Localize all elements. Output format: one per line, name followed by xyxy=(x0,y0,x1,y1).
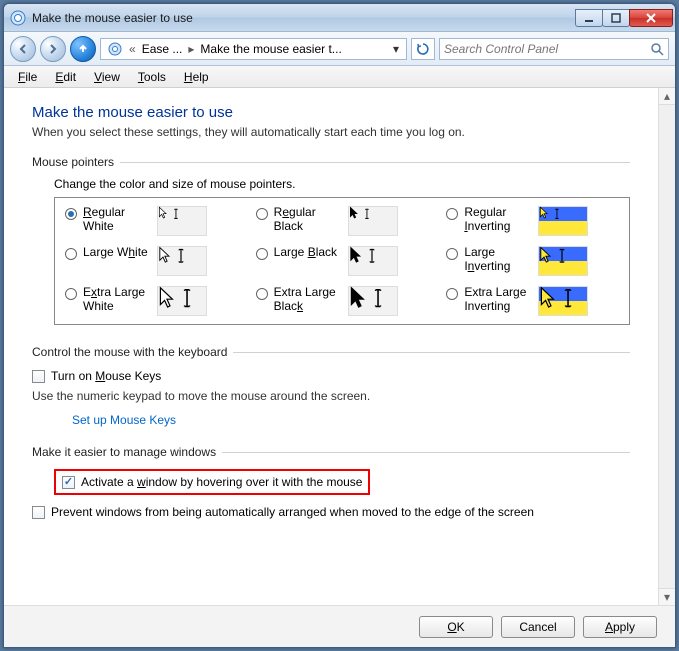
group-mouse-pointers: Mouse pointers xyxy=(32,155,630,169)
pointer-preview xyxy=(348,286,398,316)
pointers-caption: Change the color and size of mouse point… xyxy=(54,177,630,191)
setup-mouse-keys-link[interactable]: Set up Mouse Keys xyxy=(72,413,630,427)
breadcrumb-segment-1[interactable]: Ease ... xyxy=(138,42,187,56)
pointer-radio[interactable] xyxy=(65,208,77,220)
pointer-label: Large White xyxy=(83,246,151,260)
breadcrumb-dropdown[interactable]: ▾ xyxy=(388,42,404,56)
menu-view[interactable]: View xyxy=(86,68,128,86)
window-frame: Make the mouse easier to use « Ease ... … xyxy=(3,3,676,648)
pointer-label: Regular Black xyxy=(274,206,342,234)
ok-button[interactable]: OK xyxy=(419,616,493,638)
pointer-radio[interactable] xyxy=(446,288,458,300)
scroll-down-icon[interactable]: ▾ xyxy=(659,588,675,605)
activate-hover-label[interactable]: Activate a window by hovering over it wi… xyxy=(81,475,362,489)
menu-edit[interactable]: Edit xyxy=(47,68,84,86)
pointer-preview xyxy=(538,286,588,316)
pointer-preview xyxy=(157,206,207,236)
pointer-label: Large Inverting xyxy=(464,246,532,274)
pointer-label: Regular White xyxy=(83,206,151,234)
activate-hover-checkbox[interactable] xyxy=(62,476,75,489)
navigation-bar: « Ease ... ▸ Make the mouse easier t... … xyxy=(4,32,675,66)
pointer-option-6[interactable]: Extra Large White xyxy=(65,286,238,316)
chevron-right-icon[interactable]: « xyxy=(129,42,136,56)
close-button[interactable] xyxy=(629,9,673,27)
pointer-radio[interactable] xyxy=(256,208,268,220)
pointer-label: Extra Large Black xyxy=(274,286,342,314)
titlebar[interactable]: Make the mouse easier to use xyxy=(4,4,675,32)
pointer-preview xyxy=(157,286,207,316)
pointer-label: Extra Large White xyxy=(83,286,151,314)
menu-help[interactable]: Help xyxy=(176,68,217,86)
prevent-arrange-label[interactable]: Prevent windows from being automatically… xyxy=(51,505,534,519)
mousekeys-description: Use the numeric keypad to move the mouse… xyxy=(32,389,630,403)
activate-hover-highlight: Activate a window by hovering over it wi… xyxy=(54,469,370,495)
pointer-radio[interactable] xyxy=(65,288,77,300)
pointer-option-0[interactable]: Regular White xyxy=(65,206,238,236)
scroll-up-icon[interactable]: ▴ xyxy=(659,88,675,105)
pointer-radio[interactable] xyxy=(256,248,268,260)
back-button[interactable] xyxy=(10,36,36,62)
page-title: Make the mouse easier to use xyxy=(32,104,630,121)
refresh-button[interactable] xyxy=(411,38,435,60)
menu-tools[interactable]: Tools xyxy=(130,68,174,86)
group-manage-windows: Make it easier to manage windows xyxy=(32,445,630,459)
up-button[interactable] xyxy=(70,36,96,62)
app-icon xyxy=(10,10,26,26)
pointer-preview xyxy=(538,246,588,276)
menubar: File Edit View Tools Help xyxy=(4,66,675,88)
search-input[interactable]: Search Control Panel xyxy=(439,38,669,60)
prevent-arrange-checkbox[interactable] xyxy=(32,506,45,519)
pointer-option-2[interactable]: Regular Inverting xyxy=(446,206,619,236)
mousekeys-label[interactable]: Turn on Mouse Keys xyxy=(51,369,161,383)
apply-button[interactable]: Apply xyxy=(583,616,657,638)
page-subtitle: When you select these settings, they wil… xyxy=(32,125,630,139)
mousekeys-checkbox[interactable] xyxy=(32,370,45,383)
breadcrumb-segment-2[interactable]: Make the mouse easier t... xyxy=(196,42,345,56)
pointer-preview xyxy=(157,246,207,276)
pointer-radio[interactable] xyxy=(446,208,458,220)
window-title: Make the mouse easier to use xyxy=(32,11,576,25)
pointer-preview xyxy=(348,246,398,276)
pointer-preview xyxy=(348,206,398,236)
search-placeholder: Search Control Panel xyxy=(444,42,558,56)
pointer-option-1[interactable]: Regular Black xyxy=(256,206,429,236)
pointer-label: Regular Inverting xyxy=(464,206,532,234)
maximize-button[interactable] xyxy=(602,9,630,27)
chevron-right-icon: ▸ xyxy=(188,42,194,56)
pointer-option-8[interactable]: Extra Large Inverting xyxy=(446,286,619,316)
pointer-preview xyxy=(538,206,588,236)
group-keyboard-mouse: Control the mouse with the keyboard xyxy=(32,345,630,359)
pointer-option-3[interactable]: Large White xyxy=(65,246,238,276)
dialog-footer: OK Cancel Apply xyxy=(4,605,675,647)
pointer-radio[interactable] xyxy=(65,248,77,260)
breadcrumb[interactable]: « Ease ... ▸ Make the mouse easier t... … xyxy=(100,38,407,60)
pointer-label: Large Black xyxy=(274,246,342,260)
content-area: Make the mouse easier to use When you se… xyxy=(4,88,658,605)
search-icon xyxy=(650,42,664,56)
pointer-label: Extra Large Inverting xyxy=(464,286,532,314)
pointer-radio[interactable] xyxy=(446,248,458,260)
minimize-button[interactable] xyxy=(575,9,603,27)
breadcrumb-root-icon[interactable] xyxy=(103,41,127,57)
pointer-radio[interactable] xyxy=(256,288,268,300)
pointer-option-4[interactable]: Large Black xyxy=(256,246,429,276)
cancel-button[interactable]: Cancel xyxy=(501,616,575,638)
vertical-scrollbar[interactable]: ▴ ▾ xyxy=(658,88,675,605)
pointer-option-7[interactable]: Extra Large Black xyxy=(256,286,429,316)
menu-file[interactable]: File xyxy=(10,68,45,86)
pointer-options-box: Regular White Regular Black Regular Invert… xyxy=(54,197,630,325)
forward-button[interactable] xyxy=(40,36,66,62)
pointer-option-5[interactable]: Large Inverting xyxy=(446,246,619,276)
